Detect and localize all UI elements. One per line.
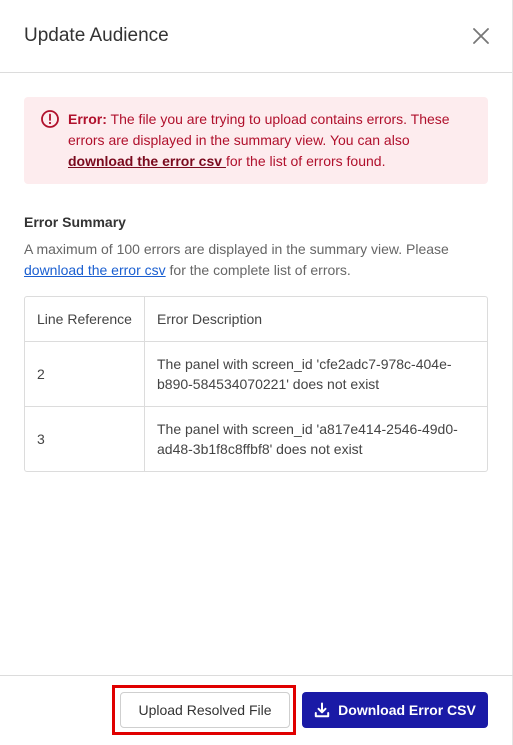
column-header-line-reference: Line Reference <box>25 297 145 341</box>
table-row: 2 The panel with screen_id 'cfe2adc7-978… <box>25 341 487 406</box>
summary-suffix: for the complete list of errors. <box>165 262 351 278</box>
download-button-label: Download Error CSV <box>338 702 476 718</box>
error-table: Line Reference Error Description 2 The p… <box>24 296 488 472</box>
table-header-row: Line Reference Error Description <box>25 297 487 341</box>
error-summary-text: A maximum of 100 errors are displayed in… <box>24 239 489 281</box>
column-header-error-description: Error Description <box>157 311 263 327</box>
line-reference-cell: 3 <box>25 407 145 471</box>
line-reference-cell: 2 <box>25 342 145 406</box>
summary-body: A maximum of 100 errors are displayed in… <box>24 241 449 257</box>
alert-download-link[interactable]: download the error csv <box>68 153 226 169</box>
error-description-cell: The panel with screen_id 'cfe2adc7-978c-… <box>157 356 452 392</box>
error-alert: Error: The file you are trying to upload… <box>24 97 488 184</box>
summary-download-link[interactable]: download the error csv <box>24 262 166 278</box>
alert-body: The file you are trying to upload contai… <box>68 111 450 148</box>
alert-label: Error: <box>68 111 107 127</box>
modal-title: Update Audience <box>24 25 169 46</box>
table-row: 3 The panel with screen_id 'a817e414-254… <box>25 406 487 471</box>
error-summary-title: Error Summary <box>24 214 126 230</box>
alert-message: Error: The file you are trying to upload… <box>68 109 472 184</box>
close-icon <box>473 28 489 44</box>
download-error-csv-button[interactable]: Download Error CSV <box>302 692 488 728</box>
download-icon <box>314 702 330 718</box>
modal-header: Update Audience <box>0 0 512 73</box>
upload-resolved-file-button[interactable]: Upload Resolved File <box>120 692 290 728</box>
close-button[interactable] <box>470 25 492 47</box>
update-audience-modal: Update Audience Error: The file you are … <box>0 0 513 745</box>
error-circle-icon <box>41 110 59 128</box>
alert-suffix: for the list of errors found. <box>225 153 386 169</box>
error-description-cell: The panel with screen_id 'a817e414-2546-… <box>157 421 458 457</box>
